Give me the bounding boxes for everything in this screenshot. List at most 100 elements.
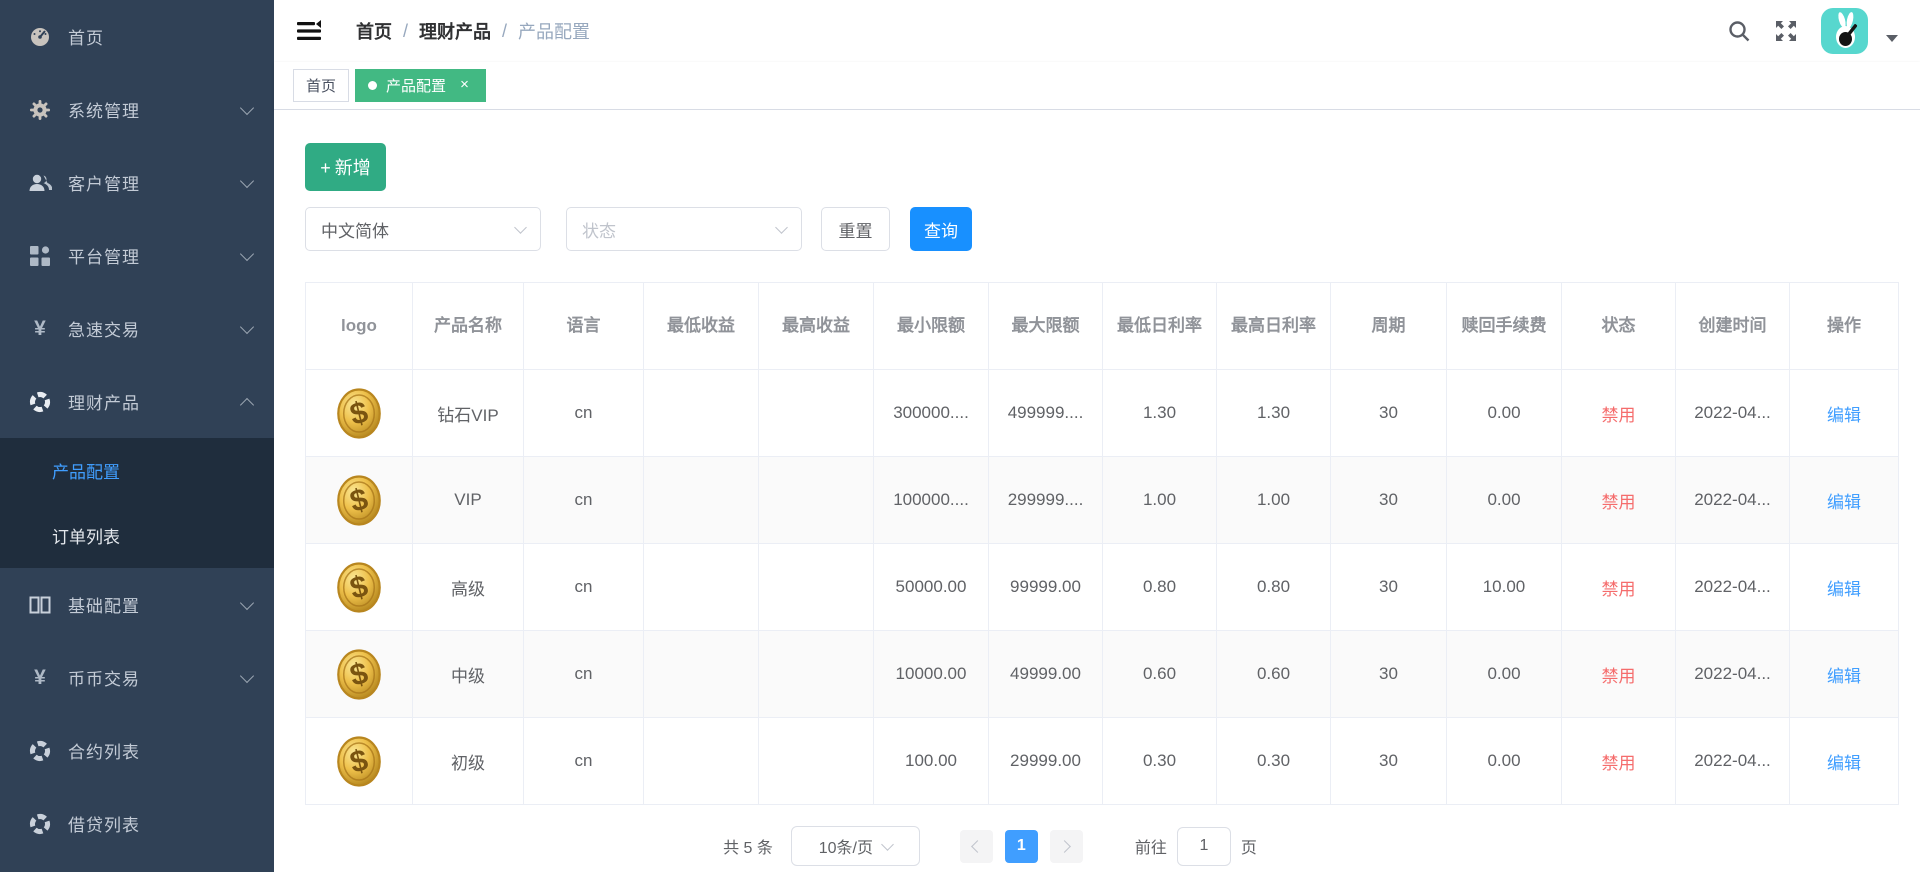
status-badge: 禁用 [1562, 457, 1676, 544]
cell-actions: 编辑 [1790, 457, 1899, 544]
chevron-down-icon [881, 838, 894, 851]
tab-home[interactable]: 首页 [293, 69, 349, 102]
cell-min-rate: 1.00 [1103, 457, 1217, 544]
cell-language: cn [524, 370, 644, 457]
tags-bar: 首页 产品配置 × [274, 62, 1920, 110]
sidebar-submenu: 产品配置 订单列表 [0, 438, 274, 568]
col-max-income: 最高收益 [759, 283, 874, 370]
cell-max-rate: 1.00 [1217, 457, 1331, 544]
book-icon [27, 593, 53, 617]
hamburger-icon[interactable] [296, 19, 322, 43]
cell-logo: $ [306, 718, 413, 805]
cell-min-rate: 1.30 [1103, 370, 1217, 457]
navbar-right [1727, 8, 1898, 54]
cell-period: 30 [1331, 370, 1447, 457]
aperture-icon [27, 812, 53, 836]
cell-min-income [644, 718, 759, 805]
coin-logo-icon: $ [335, 561, 383, 614]
cell-product-name: 钻石VIP [413, 370, 524, 457]
breadcrumb-home[interactable]: 首页 [356, 18, 392, 44]
chevron-down-icon [240, 100, 254, 114]
sidebar-item-basic-config[interactable]: 基础配置 [0, 568, 274, 641]
sidebar-item-coin-trade[interactable]: ¥ 币币交易 [0, 641, 274, 714]
search-button[interactable]: 查询 [910, 207, 972, 251]
sidebar-item-system[interactable]: 系统管理 [0, 73, 274, 146]
cell-logo: $ [306, 457, 413, 544]
submenu-item-label: 产品配置 [52, 458, 120, 483]
tab-product-config[interactable]: 产品配置 × [355, 69, 486, 102]
fullscreen-icon[interactable] [1773, 18, 1799, 44]
chevron-down-icon [514, 221, 527, 234]
edit-link[interactable]: 编辑 [1827, 493, 1861, 512]
sidebar-item-order-list[interactable]: 订单列表 [0, 503, 274, 568]
caret-down-icon[interactable] [1886, 35, 1898, 42]
cell-min-limit: 100000.... [874, 457, 989, 544]
sidebar-item-contract-list[interactable]: 合约列表 [0, 714, 274, 787]
sidebar-item-label: 借贷列表 [68, 811, 252, 836]
edit-link[interactable]: 编辑 [1827, 406, 1861, 425]
chevron-up-icon [240, 397, 254, 411]
page-size-select[interactable]: 10条/页 [791, 826, 920, 866]
table-body: $ 钻石VIP cn 300000.... 499999.... 1.30 1.… [306, 370, 1899, 805]
cell-product-name: 中级 [413, 631, 524, 718]
status-select[interactable]: 状态 [566, 207, 802, 251]
cell-product-name: 高级 [413, 544, 524, 631]
reset-button[interactable]: 重置 [821, 207, 890, 251]
cell-max-limit: 499999.... [989, 370, 1103, 457]
active-dot [368, 81, 377, 90]
cell-max-rate: 0.30 [1217, 718, 1331, 805]
sidebar-item-label: 理财产品 [68, 389, 242, 414]
cell-max-income [759, 631, 874, 718]
chevron-left-icon [972, 840, 985, 853]
next-page-button[interactable] [1050, 830, 1083, 863]
cell-max-limit: 99999.00 [989, 544, 1103, 631]
prev-page-button[interactable] [960, 830, 993, 863]
breadcrumb-current: 产品配置 [518, 18, 590, 44]
table-header-row: logo 产品名称 语言 最低收益 最高收益 最小限额 最大限额 最低日利率 最… [306, 283, 1899, 370]
close-icon[interactable]: × [456, 77, 473, 94]
cell-created: 2022-04... [1676, 718, 1790, 805]
coin-logo-icon: $ [335, 735, 383, 788]
cell-fee: 0.00 [1447, 631, 1562, 718]
cell-period: 30 [1331, 631, 1447, 718]
app-root: 首页 系统管理 客户管理 平台管理 ¥ 急速交易 [0, 0, 1920, 872]
col-redeem-fee: 赎回手续费 [1447, 283, 1562, 370]
sidebar-item-home[interactable]: 首页 [0, 0, 274, 73]
status-badge: 禁用 [1562, 718, 1676, 805]
cell-max-income [759, 718, 874, 805]
col-status: 状态 [1562, 283, 1676, 370]
sidebar-item-customers[interactable]: 客户管理 [0, 146, 274, 219]
edit-link[interactable]: 编辑 [1827, 754, 1861, 773]
goto-page-input[interactable] [1177, 827, 1231, 866]
sidebar-item-product-config[interactable]: 产品配置 [0, 438, 274, 503]
cell-logo: $ [306, 631, 413, 718]
submenu-item-label: 订单列表 [52, 523, 120, 548]
breadcrumb-finance-products[interactable]: 理财产品 [419, 18, 491, 44]
yen-icon: ¥ [27, 317, 53, 341]
sidebar-item-finance-products[interactable]: 理财产品 [0, 365, 274, 438]
filter-row: 中文简体 状态 重置 查询 [305, 199, 1895, 259]
edit-link[interactable]: 编辑 [1827, 580, 1861, 599]
sidebar-item-fast-trade[interactable]: ¥ 急速交易 [0, 292, 274, 365]
sidebar-item-platform[interactable]: 平台管理 [0, 219, 274, 292]
add-button[interactable]: +新增 [305, 143, 386, 191]
search-icon[interactable] [1727, 19, 1751, 43]
cell-fee: 0.00 [1447, 718, 1562, 805]
cell-created: 2022-04... [1676, 370, 1790, 457]
cell-period: 30 [1331, 457, 1447, 544]
language-select[interactable]: 中文简体 [305, 207, 541, 251]
cell-max-income [759, 544, 874, 631]
cell-min-rate: 0.30 [1103, 718, 1217, 805]
cell-min-limit: 50000.00 [874, 544, 989, 631]
avatar[interactable] [1821, 8, 1868, 54]
cell-created: 2022-04... [1676, 544, 1790, 631]
page-number-1[interactable]: 1 [1005, 830, 1038, 863]
pagination-total: 共 5 条 [723, 834, 773, 858]
coin-logo-icon: $ [335, 387, 383, 440]
navbar: 首页 / 理财产品 / 产品配置 [274, 0, 1920, 62]
sidebar-item-loan-list[interactable]: 借贷列表 [0, 787, 274, 860]
edit-link[interactable]: 编辑 [1827, 667, 1861, 686]
content-area: +新增 中文简体 状态 重置 查询 [274, 110, 1920, 872]
status-badge: 禁用 [1562, 544, 1676, 631]
cell-max-limit: 299999.... [989, 457, 1103, 544]
